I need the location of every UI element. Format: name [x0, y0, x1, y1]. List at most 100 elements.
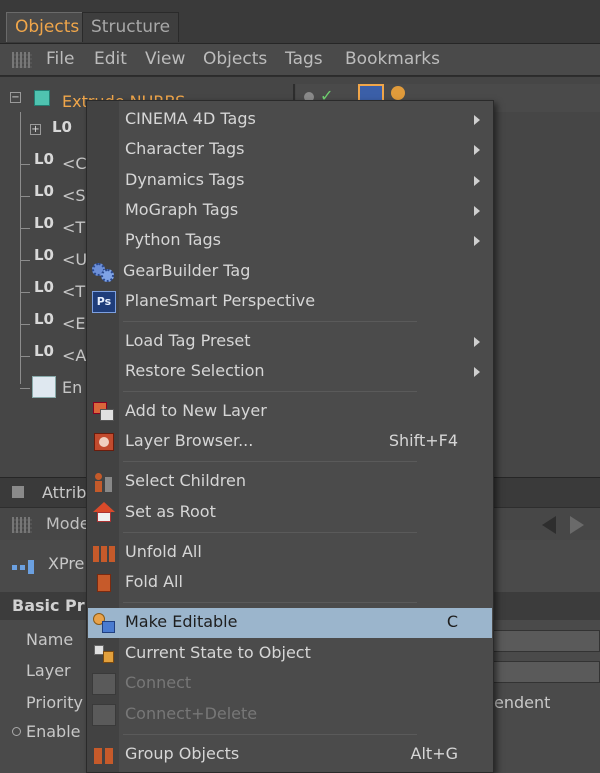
menu-item-label: Connect: [125, 673, 192, 692]
fold-icon: [92, 572, 116, 594]
forward-arrow-icon[interactable]: [570, 516, 584, 534]
menu-bookmarks[interactable]: Bookmarks: [345, 49, 440, 69]
connect-icon: [92, 673, 116, 695]
menu-item-label: Fold All: [125, 572, 183, 591]
context-menu: CINEMA 4D Tags Character Tags Dynamics T…: [86, 100, 494, 773]
priority-label: Priority: [26, 693, 83, 712]
submenu-arrow-icon: [474, 236, 480, 246]
make-editable-icon: [92, 612, 116, 634]
layer-field[interactable]: [488, 661, 600, 683]
name-field[interactable]: [488, 630, 600, 652]
menu-item-label: Set as Root: [125, 502, 216, 521]
menu-item-character-tags[interactable]: Character Tags: [88, 135, 492, 165]
tab-structure[interactable]: Structure: [82, 12, 180, 42]
menu-item-restore-selection[interactable]: Restore Selection: [88, 357, 492, 387]
object-name[interactable]: <T: [62, 218, 85, 237]
menu-item-fold-all[interactable]: Fold All: [88, 568, 492, 598]
menu-item-label: Layer Browser...: [125, 431, 254, 450]
menu-item-label: Add to New Layer: [125, 401, 267, 420]
tab-bar: Objects Structure: [0, 0, 600, 44]
menu-item-label: GearBuilder Tag: [123, 261, 251, 280]
null-object-icon: L0: [34, 182, 54, 200]
menu-item-label: Group Objects: [125, 744, 240, 763]
null-object-icon: L0: [34, 278, 54, 296]
layer-add-icon: [92, 401, 116, 423]
menu-separator: [123, 321, 417, 322]
menu-item-dynamics-tags[interactable]: Dynamics Tags: [88, 166, 492, 196]
connect-delete-icon: [92, 704, 116, 726]
menu-edit[interactable]: Edit: [94, 49, 127, 69]
object-type-label: XPre: [48, 554, 85, 573]
menu-shortcut: Alt+G: [410, 744, 458, 763]
extrude-nurbs-icon: [34, 90, 50, 106]
priority-value[interactable]: endent: [494, 693, 550, 712]
menu-file[interactable]: File: [46, 49, 74, 69]
menu-item-group-objects[interactable]: Group Objects Alt+G: [88, 740, 492, 770]
menu-item-label: PlaneSmart Perspective: [125, 291, 316, 310]
menu-item-cinema4d-tags[interactable]: CINEMA 4D Tags: [88, 105, 492, 135]
menu-item-label: Make Editable: [125, 612, 238, 631]
menu-item-label: Select Children: [125, 471, 247, 490]
submenu-arrow-icon: [474, 145, 480, 155]
object-name[interactable]: <U: [62, 250, 87, 269]
object-name[interactable]: <A: [62, 346, 86, 365]
section-title: Basic Pr: [12, 596, 85, 615]
back-arrow-icon[interactable]: [542, 516, 556, 534]
menu-shortcut: Shift+F4: [388, 431, 458, 450]
grip-icon[interactable]: [12, 517, 32, 533]
menu-item-gearbuilder-tag[interactable]: GearBuilder Tag: [88, 257, 492, 287]
mode-menu[interactable]: Mode: [46, 514, 90, 533]
null-object-icon: L0: [34, 342, 54, 360]
object-name[interactable]: <T: [62, 282, 85, 301]
menu-item-label: Load Tag Preset: [125, 331, 251, 350]
menu-bar: File Edit View Objects Tags Bookmarks: [0, 44, 600, 76]
menu-separator: [123, 532, 417, 533]
menu-item-layer-browser[interactable]: Layer Browser... Shift+F4: [88, 427, 492, 457]
menu-item-unfold-all[interactable]: Unfold All: [88, 538, 492, 568]
menu-item-label: Dynamics Tags: [125, 170, 245, 189]
menu-item-label: CINEMA 4D Tags: [125, 109, 256, 128]
menu-item-make-editable[interactable]: Make Editable C: [88, 608, 492, 638]
tab-objects[interactable]: Objects: [6, 12, 89, 42]
object-name[interactable]: <S: [62, 186, 86, 205]
grip-icon[interactable]: [12, 52, 32, 68]
menu-separator: [123, 391, 417, 392]
submenu-arrow-icon: [474, 337, 480, 347]
enable-radio[interactable]: [12, 727, 21, 736]
submenu-arrow-icon: [474, 115, 480, 125]
enable-label: Enable: [26, 722, 81, 741]
menu-item-connect-delete[interactable]: Connect+Delete: [88, 700, 492, 730]
menu-objects[interactable]: Objects: [203, 49, 267, 69]
null-object-icon: L0: [34, 246, 54, 264]
object-name[interactable]: En: [62, 378, 82, 397]
collapse-icon[interactable]: −: [10, 92, 21, 103]
menu-item-add-to-new-layer[interactable]: Add to New Layer: [88, 397, 492, 427]
menu-item-connect[interactable]: Connect: [88, 669, 492, 699]
menu-view[interactable]: View: [145, 49, 185, 69]
menu-item-set-as-root[interactable]: Set as Root: [88, 498, 492, 528]
menu-item-label: Current State to Object: [125, 643, 311, 662]
menu-tags[interactable]: Tags: [285, 49, 323, 69]
menu-item-mograph-tags[interactable]: MoGraph Tags: [88, 196, 492, 226]
menu-item-load-tag-preset[interactable]: Load Tag Preset: [88, 327, 492, 357]
object-name[interactable]: <C: [62, 154, 87, 173]
object-name[interactable]: <E: [62, 314, 86, 333]
menu-item-label: Character Tags: [125, 139, 245, 158]
select-children-icon: [92, 471, 116, 493]
expand-icon[interactable]: +: [30, 124, 41, 135]
menu-item-planesmart-perspective[interactable]: Ps PlaneSmart Perspective: [88, 287, 492, 317]
menu-item-label: Restore Selection: [125, 361, 265, 380]
menu-item-label: MoGraph Tags: [125, 200, 239, 219]
attributes-tab[interactable]: Attrib: [42, 483, 86, 502]
menu-item-current-state-to-object[interactable]: Current State to Object: [88, 639, 492, 669]
group-icon: [92, 744, 116, 766]
menu-item-label: Connect+Delete: [125, 704, 258, 723]
menu-item-python-tags[interactable]: Python Tags: [88, 226, 492, 256]
current-state-icon: [92, 643, 116, 665]
submenu-arrow-icon: [474, 176, 480, 186]
menu-shortcut: C: [446, 612, 458, 631]
menu-item-select-children[interactable]: Select Children: [88, 467, 492, 497]
menu-item-label: Python Tags: [125, 230, 221, 249]
null-object-icon: L0: [34, 310, 54, 328]
submenu-arrow-icon: [474, 367, 480, 377]
